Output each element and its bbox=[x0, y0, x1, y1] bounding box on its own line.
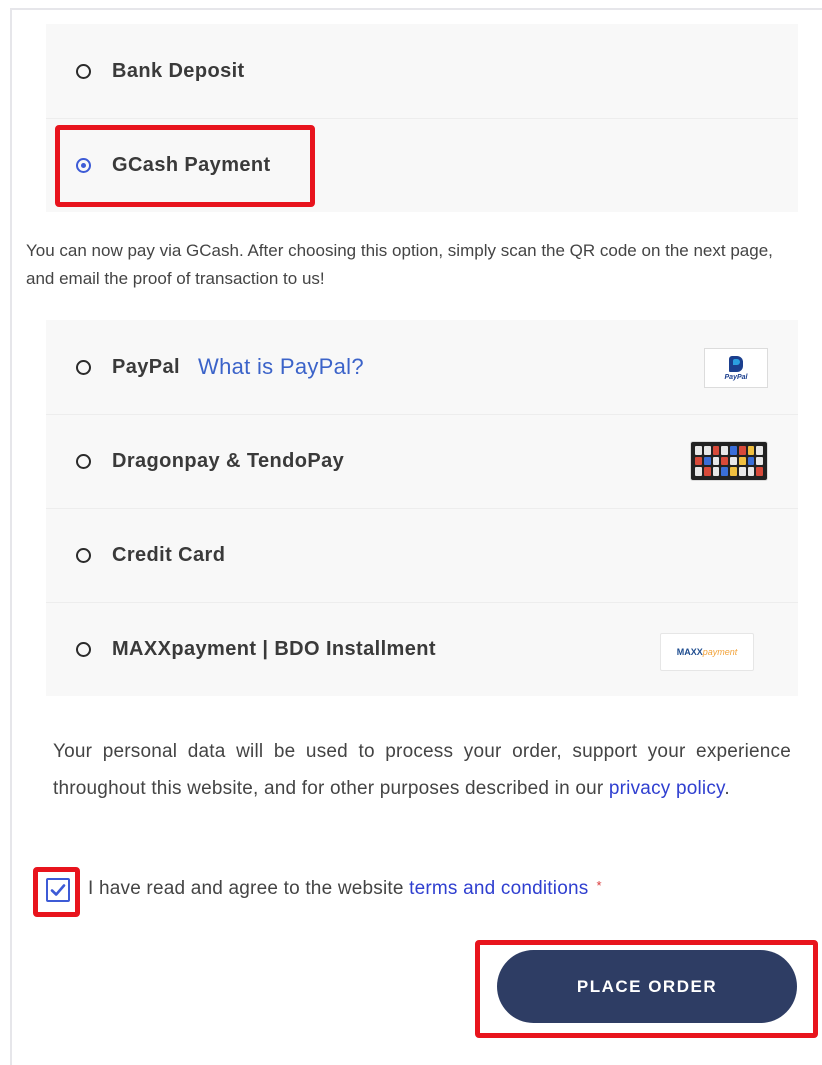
paypal-p-icon bbox=[729, 355, 743, 372]
checkout-payment-section: Bank Deposit GCash Payment You can now p… bbox=[0, 0, 822, 1065]
payment-option-label: Bank Deposit bbox=[112, 59, 245, 82]
paypal-logo-text: PayPal bbox=[724, 373, 748, 381]
payment-methods-group-bottom: PayPal What is PayPal? PayPal Dragonpay … bbox=[46, 320, 798, 696]
payment-option-paypal[interactable]: PayPal What is PayPal? PayPal bbox=[46, 320, 798, 414]
payment-option-label: Dragonpay & TendoPay bbox=[112, 450, 345, 472]
payment-option-label: Credit Card bbox=[112, 544, 226, 566]
payment-option-label: MAXXpayment | BDO Installment bbox=[112, 638, 436, 660]
privacy-text-end: . bbox=[724, 778, 730, 799]
terms-text: I have read and agree to the website bbox=[88, 878, 410, 899]
terms-checkbox[interactable] bbox=[46, 878, 70, 902]
radio-gcash[interactable] bbox=[76, 158, 91, 173]
payment-methods-group-top: Bank Deposit GCash Payment bbox=[46, 24, 798, 212]
radio-paypal[interactable] bbox=[76, 359, 91, 375]
dragonpay-logo bbox=[690, 441, 768, 481]
maxx-logo-subtext: payment bbox=[702, 647, 738, 657]
payment-option-maxxpayment[interactable]: MAXXpayment | BDO Installment MAXX paymen… bbox=[46, 602, 798, 696]
radio-credit-card[interactable] bbox=[76, 548, 91, 563]
radio-maxxpayment[interactable] bbox=[76, 642, 91, 657]
payment-option-gcash[interactable]: GCash Payment bbox=[46, 118, 798, 212]
page-border-left bbox=[10, 8, 12, 1065]
maxx-logo-text: MAXX bbox=[676, 647, 703, 657]
privacy-policy-link[interactable]: privacy policy bbox=[609, 778, 724, 799]
payment-option-dragonpay[interactable]: Dragonpay & TendoPay bbox=[46, 414, 798, 508]
required-marker: * bbox=[596, 878, 602, 893]
maxxpayment-logo: MAXX payment bbox=[660, 633, 754, 671]
gcash-description: You can now pay via GCash. After choosin… bbox=[26, 241, 773, 288]
page-border-top bbox=[10, 8, 822, 10]
terms-label: I have read and agree to the website ter… bbox=[88, 878, 602, 900]
terms-link[interactable]: terms and conditions bbox=[409, 878, 588, 899]
privacy-notice: Your personal data will be used to proce… bbox=[53, 733, 791, 807]
payment-option-credit-card[interactable]: Credit Card bbox=[46, 508, 798, 602]
checkmark-icon bbox=[50, 884, 66, 896]
radio-bank-deposit[interactable] bbox=[76, 63, 91, 79]
place-order-button[interactable]: PLACE ORDER bbox=[497, 950, 797, 1023]
payment-option-label: GCash Payment bbox=[112, 154, 271, 176]
paypal-logo: PayPal bbox=[704, 348, 768, 388]
payment-option-bank-deposit[interactable]: Bank Deposit bbox=[46, 24, 798, 118]
payment-option-label: PayPal bbox=[112, 355, 181, 378]
what-is-paypal-link[interactable]: What is PayPal? bbox=[198, 354, 364, 380]
radio-dragonpay[interactable] bbox=[76, 454, 91, 469]
